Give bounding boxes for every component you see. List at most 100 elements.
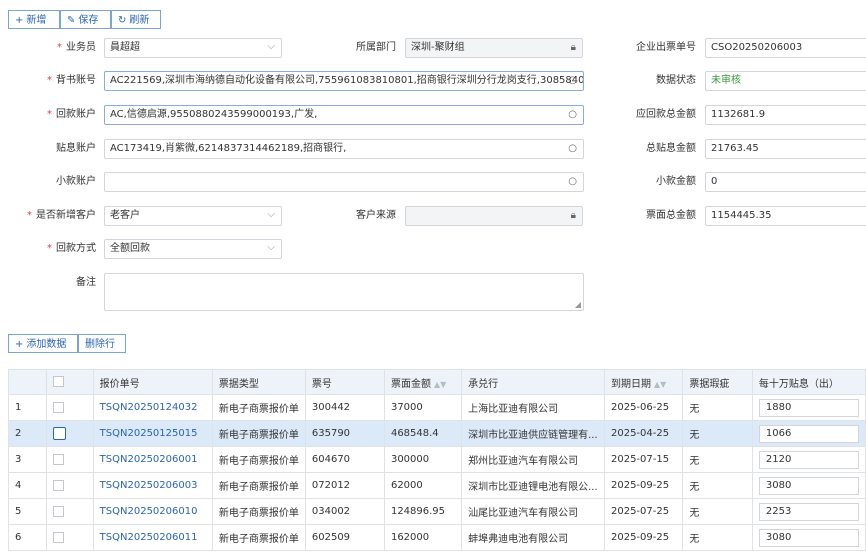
quote-no-header[interactable]: 报价单号 (92, 369, 213, 395)
quote-no-link[interactable]: TSQN20250206003 (100, 480, 198, 491)
discount-account-field[interactable]: AC173419,肖紫微,6214837314462189,招商银行, ○ (104, 139, 584, 159)
small-account-label: 小款账户 (56, 176, 96, 187)
ticket-type-header[interactable]: 票据类型 (211, 369, 306, 395)
add-button[interactable]: + 新增 (8, 10, 60, 29)
row-checkbox[interactable] (53, 427, 67, 440)
save-button[interactable]: ✎ 保存 (60, 10, 111, 29)
invoice-no-field[interactable]: CSO20250206003 (705, 38, 866, 58)
face-total-field[interactable]: 1154445.35 (705, 206, 866, 226)
row-index: 6 (7, 524, 48, 551)
row-checkbox-cell[interactable] (46, 420, 94, 447)
rate-cell[interactable]: 1066 (751, 420, 866, 447)
rate-input[interactable]: 2253 (758, 502, 859, 521)
rate-cell[interactable]: 3080 (751, 524, 866, 551)
quote-no-cell[interactable]: TSQN20250206003 (92, 472, 213, 499)
quote-no-link[interactable]: TSQN20250206010 (100, 506, 198, 517)
flaw-cell-text: 无 (689, 456, 700, 467)
add-row-button[interactable]: + 添加数据 (8, 334, 78, 353)
quote-no-cell[interactable]: TSQN20250206011 (92, 524, 213, 551)
dept-label: 所属部门 (356, 42, 396, 53)
edit-icon: ✎ (67, 15, 76, 26)
search-icon[interactable]: ○ (568, 140, 577, 158)
ticket-no-header[interactable]: 票号 (304, 369, 385, 395)
table-row[interactable]: 3 TSQN20250206001 新电子商票报价单 604670 300000 郑州比亚… (7, 446, 866, 473)
sort-icon[interactable]: ▲▼ (434, 380, 446, 389)
ticket-type-cell-text: 新电子商票报价单 (218, 534, 299, 545)
quote-no-cell[interactable]: TSQN20250206010 (92, 498, 213, 525)
row-checkbox[interactable] (53, 505, 65, 517)
table-row[interactable]: 1 TSQN20250124032 新电子商票报价单 300442 37000 上海比亚迪… (7, 394, 866, 421)
row-checkbox[interactable] (53, 401, 65, 413)
quote-no-link[interactable]: TSQN20250206011 (100, 532, 198, 543)
ticket-no-cell-text: 300442 (311, 402, 351, 413)
quote-no-link[interactable]: TSQN20250125015 (100, 428, 198, 439)
table-row[interactable]: 6 TSQN20250206011 新电子商票报价单 602509 162000 蚌埠弗迪… (7, 524, 866, 551)
flaw-cell: 无 (682, 420, 753, 447)
sort-icon[interactable]: ▲▼ (654, 380, 666, 389)
rate-cell[interactable]: 1880 (751, 394, 866, 421)
total-discount-field[interactable]: 21763.45 (705, 139, 866, 159)
row-checkbox[interactable] (53, 479, 65, 491)
new-customer-select[interactable]: 老客户 ⌵ (104, 206, 282, 226)
row-checkbox[interactable] (53, 531, 65, 543)
row-checkbox-cell[interactable] (46, 472, 94, 499)
ticket-type-cell: 新电子商票报价单 (211, 446, 306, 473)
row-checkbox[interactable] (53, 453, 65, 465)
select-all-checkbox[interactable] (53, 376, 65, 388)
search-icon[interactable]: ○ (568, 173, 577, 191)
small-account-field[interactable]: ○ (104, 172, 584, 192)
select-all-header[interactable] (46, 369, 94, 395)
rate-input[interactable]: 2120 (758, 450, 859, 469)
refresh-button[interactable]: ↻ 刷新 (111, 10, 161, 29)
row-index: 4 (7, 472, 48, 499)
rate-input[interactable]: 1880 (758, 398, 859, 417)
quote-no-cell[interactable]: TSQN20250125015 (92, 420, 213, 447)
resize-handle-icon[interactable]: ◢ (575, 301, 581, 309)
rate-cell[interactable]: 3080 (751, 472, 866, 499)
quote-no-link[interactable]: TSQN20250124032 (100, 402, 198, 413)
quote-no-cell[interactable]: TSQN20250124032 (92, 394, 213, 421)
due-date-header[interactable]: 到期日期 ▲▼ (603, 369, 684, 395)
acceptor-cell: 郑州比亚迪汽车有限公司 (461, 446, 605, 473)
return-account-field[interactable]: AC,信德启源,9550880243599000193,广发, ○ (104, 105, 584, 125)
endorse-account-field[interactable]: AC221569,深圳市海纳德自动化设备有限公司,755961083810801… (104, 71, 584, 91)
row-index: 2 (7, 420, 48, 447)
customer-source-label: 客户来源 (356, 210, 396, 221)
delete-row-button[interactable]: 删除行 (78, 334, 126, 353)
flaw-cell-text: 无 (689, 534, 700, 545)
rate-cell[interactable]: 2120 (751, 446, 866, 473)
table-row[interactable]: 4 TSQN20250206003 新电子商票报价单 072012 62000 深圳市比亚… (7, 472, 866, 499)
salesman-label: * 业务员 (57, 42, 96, 53)
remark-textarea[interactable]: ◢ (104, 273, 584, 311)
row-checkbox-cell[interactable] (46, 394, 94, 421)
table-row[interactable]: 5 TSQN20250206010 新电子商票报价单 034002 124896.95 汕… (7, 498, 866, 525)
search-icon[interactable]: ○ (568, 72, 577, 90)
row-checkbox-cell[interactable] (46, 524, 94, 551)
total-return-field[interactable]: 1132681.9 (705, 105, 866, 125)
flaw-cell-text: 无 (689, 482, 700, 493)
search-icon[interactable]: ○ (568, 106, 577, 124)
row-checkbox-cell[interactable] (46, 446, 94, 473)
total-discount-label: 总贴息金额 (646, 143, 696, 154)
new-customer-label: * 是否新增客户 (27, 210, 96, 221)
rate-input[interactable]: 3080 (758, 528, 859, 547)
quote-no-cell[interactable]: TSQN20250206001 (92, 446, 213, 473)
rate-cell[interactable]: 2253 (751, 498, 866, 525)
face-amount-cell: 162000 (383, 524, 463, 551)
row-checkbox-cell[interactable] (46, 498, 94, 525)
salesman-select[interactable]: 員超超 ⌵ (104, 38, 282, 58)
flaw-header[interactable]: 票据瑕疵 (682, 369, 753, 395)
due-date-cell: 2025-07-15 (603, 446, 684, 473)
table-row[interactable]: 2 TSQN20250125015 新电子商票报价单 635790 468548.4 深圳… (7, 420, 866, 447)
return-mode-select[interactable]: 全额回款 ⌵ (104, 239, 282, 259)
rate-input[interactable]: 3080 (758, 476, 859, 495)
ticket-type-cell: 新电子商票报价单 (211, 420, 306, 447)
face-amount-header[interactable]: 票面金额 ▲▼ (383, 369, 463, 395)
acceptor-header[interactable]: 承兑行 (461, 369, 605, 395)
rate-header[interactable]: 每十万贴息（出） (751, 369, 866, 395)
ticket-type-cell-text: 新电子商票报价单 (218, 482, 299, 493)
acceptor-cell-text: 汕尾比亚迪汽车有限公司 (468, 508, 579, 519)
quote-no-link[interactable]: TSQN20250206001 (100, 454, 198, 465)
rate-input[interactable]: 1066 (758, 424, 859, 443)
small-amount-field[interactable]: 0 (705, 172, 866, 192)
